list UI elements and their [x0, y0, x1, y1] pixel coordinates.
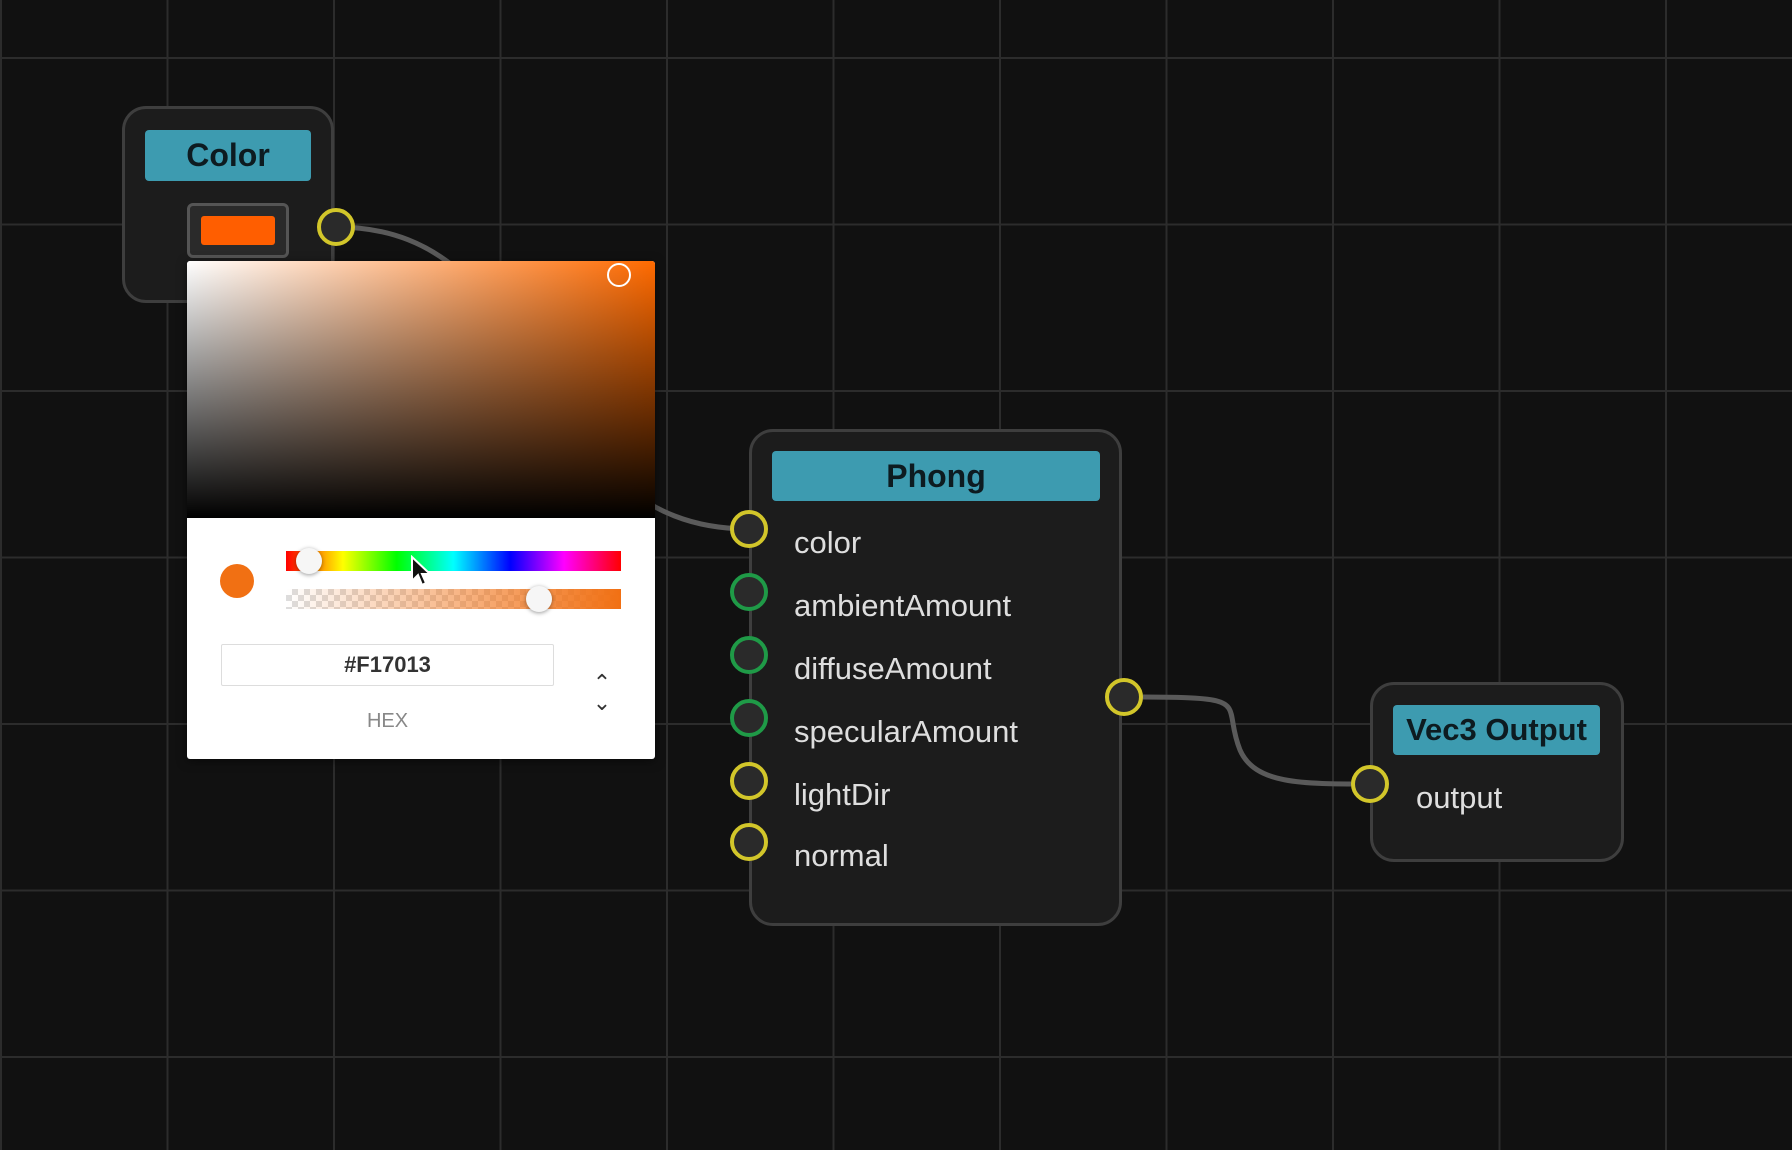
phong-port-label: specularAmount: [794, 714, 1019, 749]
phong-input-port-lightDir[interactable]: [730, 762, 768, 800]
phong-output-port[interactable]: [1105, 678, 1143, 716]
selected-color-preview: [220, 564, 254, 598]
hex-mode-label: HEX: [366, 710, 409, 732]
color-node-output-port[interactable]: [317, 208, 355, 246]
format-toggle-button[interactable]: ⌃ ⌄: [587, 672, 617, 719]
chevron-down-icon: ⌄: [592, 690, 612, 715]
color-swatch: [201, 216, 275, 245]
saturation-value-cursor[interactable]: [607, 263, 631, 287]
hue-slider[interactable]: [286, 551, 621, 571]
vec3-output-node[interactable]: Vec3 Output: [1370, 682, 1624, 862]
color-swatch-button[interactable]: [187, 203, 289, 258]
vec3-output-node-header[interactable]: Vec3 Output: [1393, 705, 1600, 755]
phong-port-label: color: [794, 525, 862, 560]
alpha-slider[interactable]: [286, 589, 621, 609]
color-picker-popover: HEX ⌃⌄: [187, 261, 655, 759]
color-node-header[interactable]: Color: [145, 130, 311, 181]
hex-input[interactable]: [221, 644, 554, 686]
phong-port-label: normal: [794, 838, 889, 873]
phong-port-label: lightDir: [794, 777, 891, 812]
hue-slider-thumb[interactable]: [296, 548, 322, 574]
phong-input-port-ambientAmount[interactable]: [730, 573, 768, 611]
phong-input-port-specularAmount[interactable]: [730, 699, 768, 737]
phong-input-port-normal[interactable]: [730, 823, 768, 861]
vec3-output-port-label: output: [1416, 780, 1503, 815]
phong-node-header[interactable]: Phong: [772, 451, 1100, 501]
phong-input-port-color[interactable]: [730, 510, 768, 548]
phong-input-port-diffuseAmount[interactable]: [730, 636, 768, 674]
alpha-slider-thumb[interactable]: [526, 586, 552, 612]
vec3-output-input-port[interactable]: [1351, 765, 1389, 803]
saturation-value-area[interactable]: [187, 261, 655, 518]
phong-port-label: ambientAmount: [794, 588, 1012, 623]
mouse-cursor-icon: [411, 555, 432, 587]
phong-port-label: diffuseAmount: [794, 651, 992, 686]
